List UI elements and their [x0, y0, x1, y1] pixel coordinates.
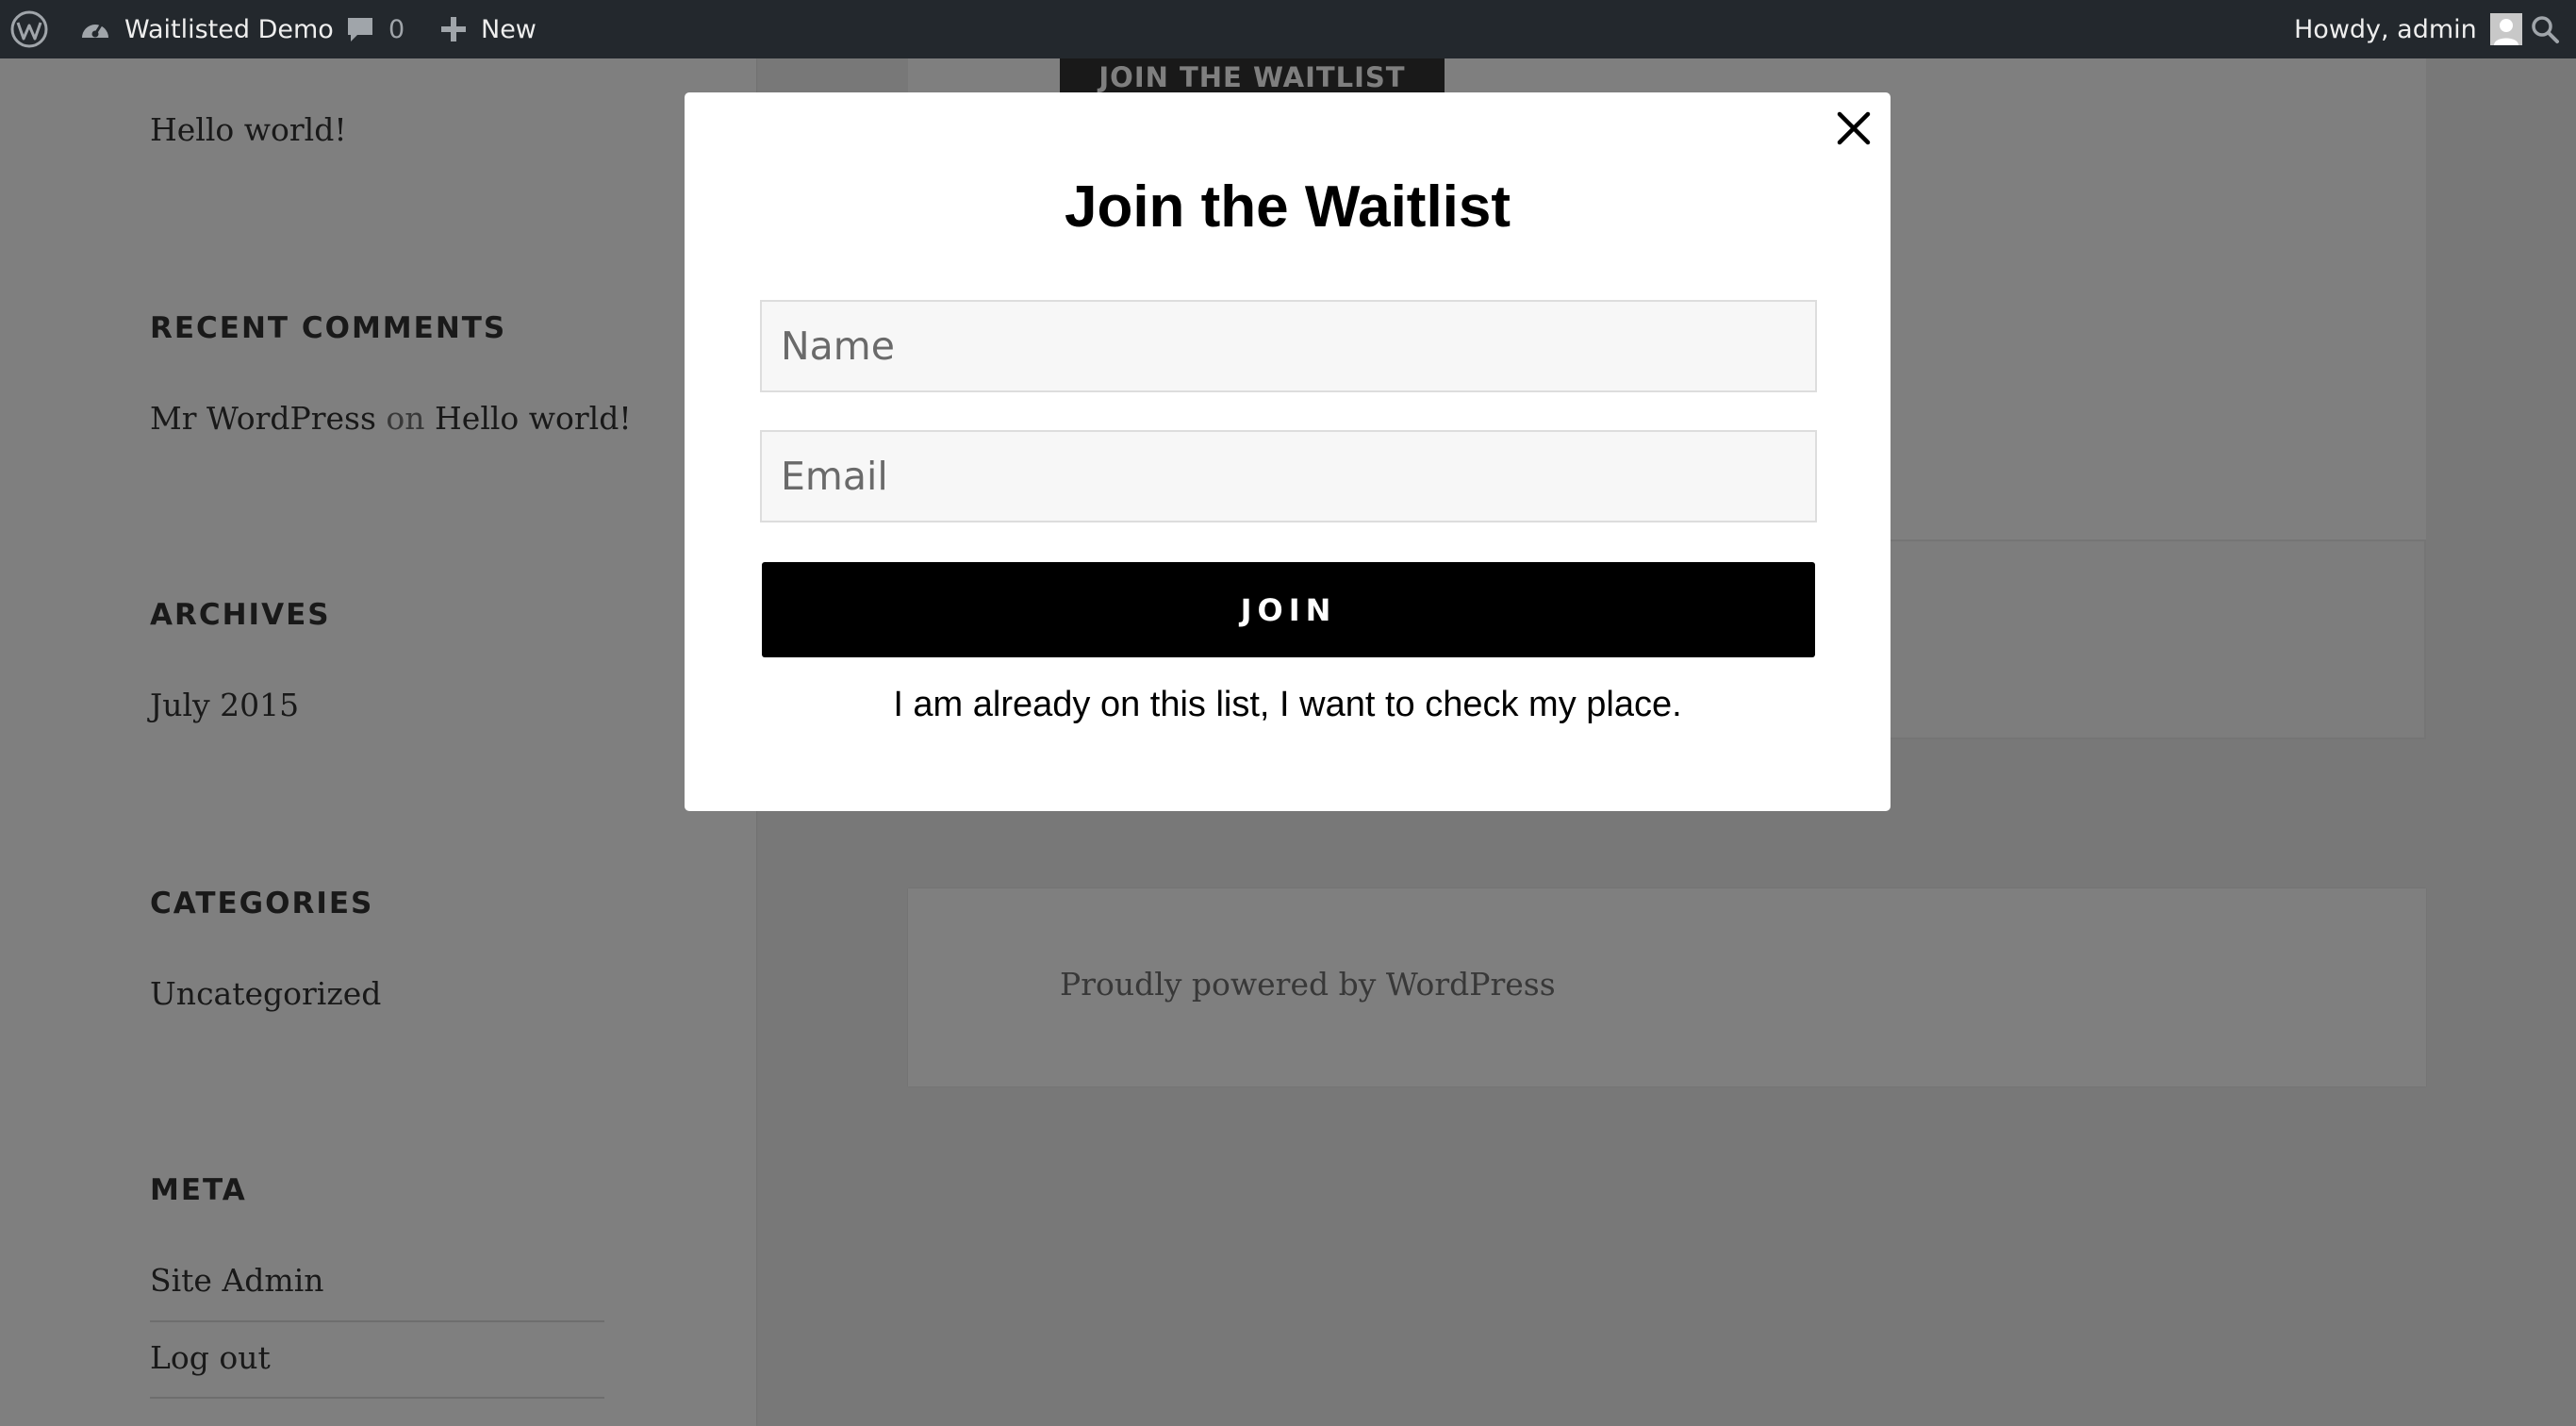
comment-bubble-icon: [345, 14, 375, 44]
modal-title: Join the Waitlist: [1064, 174, 1511, 240]
name-input[interactable]: [760, 300, 1817, 392]
close-icon[interactable]: [1831, 106, 1876, 151]
new-content-menu[interactable]: New: [439, 0, 537, 58]
account-menu[interactable]: Howdy, admin: [2294, 0, 2522, 58]
email-input[interactable]: [760, 430, 1817, 522]
comments-count: 0: [388, 14, 405, 44]
admin-bar: Waitlisted Demo 0 New Howdy, admin: [0, 0, 2576, 58]
check-place-link[interactable]: I am already on this list, I want to che…: [685, 685, 1891, 725]
new-label: New: [481, 14, 537, 44]
avatar: [2489, 13, 2522, 45]
search-icon[interactable]: [2530, 0, 2560, 58]
wordpress-logo-icon[interactable]: [9, 0, 49, 58]
site-name-menu[interactable]: Waitlisted Demo: [79, 0, 334, 58]
dashboard-icon: [79, 13, 111, 45]
plus-icon: [439, 15, 468, 43]
comments-menu[interactable]: 0: [345, 0, 405, 58]
site-name: Waitlisted Demo: [124, 14, 334, 44]
join-button[interactable]: JOIN: [762, 562, 1815, 657]
greeting-text: Howdy, admin: [2294, 14, 2477, 44]
waitlist-modal: Join the Waitlist JOIN I am already on t…: [685, 92, 1891, 811]
